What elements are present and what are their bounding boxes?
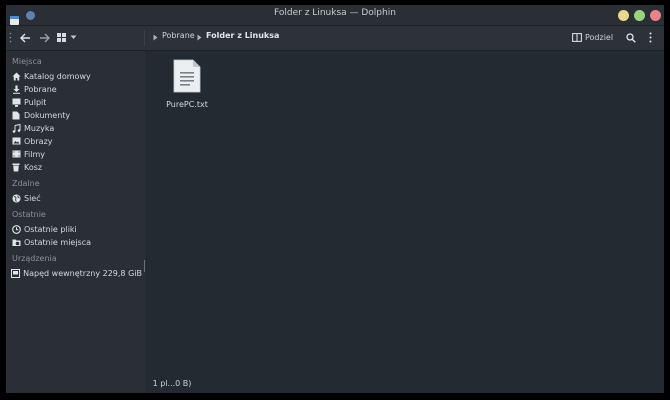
sidebar-item-downloads[interactable]: Pobrane [9, 83, 144, 95]
breadcrumb-item-pobrane[interactable]: Pobrane [162, 31, 195, 40]
kebab-menu-icon [649, 32, 651, 43]
sidebar-item-recent-places[interactable]: Ostatnie miejsca [9, 236, 144, 248]
split-view-icon [572, 33, 582, 42]
toolbar-handle-icon[interactable] [8, 29, 13, 46]
search-button[interactable] [624, 29, 638, 46]
home-icon [11, 71, 21, 81]
chevron-right-icon [153, 34, 157, 41]
dolphin-window: Folder z Linuksa — Dolphin Pobrane Folde… [6, 5, 664, 393]
sidebar-item-desktop[interactable]: Pulpit [9, 96, 144, 108]
arrow-right-icon [39, 33, 50, 42]
section-title-recent: Ostatnie [12, 210, 46, 219]
file-item[interactable]: PurePC.txt [157, 59, 217, 109]
text-file-icon [173, 59, 201, 93]
forward-button[interactable] [37, 29, 51, 46]
sidebar-item-trash[interactable]: Kosz [9, 161, 144, 173]
drive-icon [11, 268, 21, 278]
section-title-devices: Urządzenia [12, 254, 57, 263]
split-view-button[interactable]: Podziel [572, 29, 618, 46]
breadcrumb-root-arrow[interactable] [152, 29, 158, 46]
maximize-button[interactable] [634, 10, 645, 21]
section-title-places: Miejsca [12, 57, 42, 66]
chevron-right-icon [197, 34, 201, 41]
sidebar-item-home[interactable]: Katalog domowy [9, 70, 144, 82]
trash-icon [11, 162, 21, 172]
view-mode-button[interactable] [56, 29, 78, 46]
download-icon [11, 84, 21, 94]
sidebar-item-recent-files[interactable]: Ostatnie pliki [9, 223, 144, 235]
network-icon [11, 193, 21, 203]
toolbar: Pobrane Folder z Linuksa Podziel [6, 26, 664, 51]
sidebar-item-internal-drive[interactable]: Napęd wewnętrzny 229,8 GiB (... [9, 267, 144, 279]
menu-button[interactable] [644, 29, 656, 46]
sidebar-item-pictures[interactable]: Obrazy [9, 135, 144, 147]
grid-view-icon [57, 33, 66, 42]
desktop-icon [11, 97, 21, 107]
search-icon [626, 32, 636, 43]
music-icon [11, 123, 21, 133]
document-icon [11, 110, 21, 120]
title-bar: Folder z Linuksa — Dolphin [6, 5, 664, 26]
chevron-down-icon [70, 35, 77, 39]
recent-files-icon [11, 224, 21, 234]
file-name: PurePC.txt [166, 100, 208, 109]
sidebar-item-videos[interactable]: Filmy [9, 148, 144, 160]
sidebar-item-network[interactable]: Sieć [9, 192, 144, 204]
minimize-button[interactable] [618, 10, 629, 21]
sidebar-item-music[interactable]: Muzyka [9, 122, 144, 134]
status-bar-text: 1 pl...0 B) [152, 378, 192, 388]
toolbar-separator [144, 30, 145, 46]
section-title-remote: Zdalne [12, 179, 40, 188]
places-panel: Miejsca Katalog domowy Pobrane Pulpit Do… [6, 51, 147, 393]
recent-places-icon [11, 237, 21, 247]
breadcrumb-item-current[interactable]: Folder z Linuksa [206, 31, 279, 40]
breadcrumb-separator[interactable] [196, 29, 202, 46]
split-view-label: Podziel [585, 33, 614, 42]
sidebar-item-documents[interactable]: Dokumenty [9, 109, 144, 121]
window-title: Folder z Linuksa — Dolphin [274, 8, 396, 18]
close-button[interactable] [650, 10, 661, 21]
video-icon [11, 149, 21, 159]
arrow-left-icon [19, 33, 30, 42]
image-icon [11, 136, 21, 146]
file-view[interactable]: PurePC.txt 1 pl...0 B) [147, 51, 664, 393]
back-button[interactable] [18, 29, 32, 46]
